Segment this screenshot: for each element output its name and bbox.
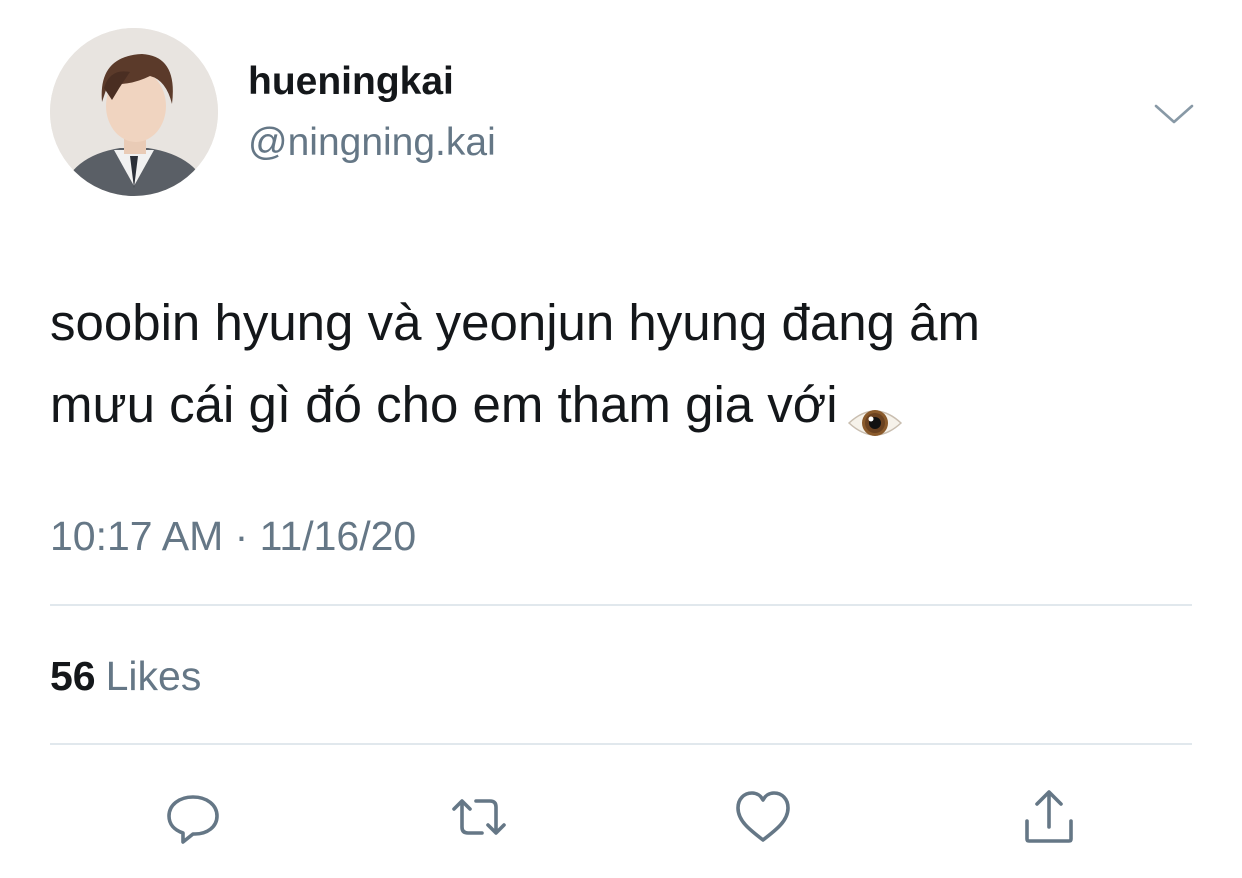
eye-emoji-icon (846, 385, 904, 436)
retweet-button[interactable] (444, 782, 514, 852)
tweet-timestamp[interactable]: 10:17 AM · 11/16/20 (50, 516, 416, 557)
likes-label: Likes (105, 653, 202, 699)
display-name[interactable]: hueningkai (248, 62, 454, 101)
reply-button[interactable] (158, 782, 228, 852)
tweet-text-line: soobin hyung và yeonjun hyung đang âm (50, 294, 981, 351)
user-handle[interactable]: @ningning.kai (248, 123, 496, 162)
tweet-card: hueningkai @ningning.kai soobin hyung và… (0, 0, 1242, 878)
like-button[interactable] (728, 782, 798, 852)
share-button[interactable] (1014, 782, 1084, 852)
tweet-text-line-2: mưu cái gì đó cho em tham gia với (50, 364, 1200, 446)
tweet-text-line: mưu cái gì đó cho em tham gia với (50, 376, 838, 433)
chevron-down-icon[interactable] (1152, 98, 1196, 128)
likes-count: 56 (50, 653, 96, 699)
divider (50, 604, 1192, 606)
retweet-icon (452, 799, 506, 835)
heart-icon (736, 791, 790, 842)
divider (50, 743, 1192, 745)
share-icon (1025, 790, 1073, 843)
avatar[interactable] (50, 28, 218, 196)
likes-stat[interactable]: 56 Likes (50, 656, 201, 697)
tweet-text: soobin hyung và yeonjun hyung đang âm mư… (50, 282, 1200, 446)
reply-icon (167, 795, 219, 844)
